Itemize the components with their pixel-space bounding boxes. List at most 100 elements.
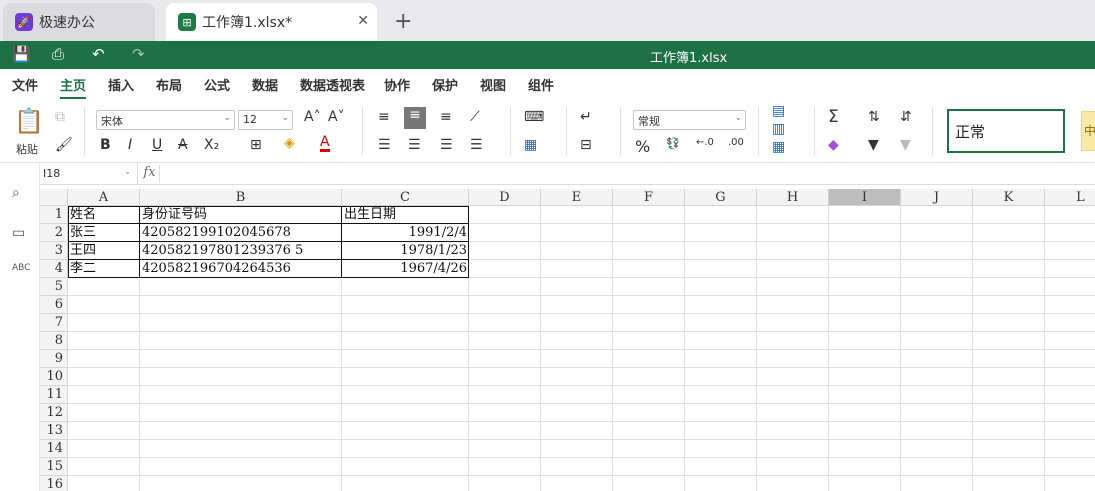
row-header[interactable]: 6 [40, 296, 68, 314]
redo-icon[interactable]: ↷ [132, 45, 145, 63]
row-header[interactable]: 1 [40, 206, 68, 224]
menu-pivot[interactable]: 数据透视表 [300, 75, 365, 94]
cell[interactable]: 420582199102045678 [140, 224, 342, 242]
copy-icon[interactable]: ⧉ [55, 109, 65, 125]
bold-icon[interactable]: B [100, 137, 111, 153]
conditional-format-icon[interactable]: ▦ [524, 137, 537, 153]
row-header[interactable]: 9 [40, 350, 68, 368]
style-normal[interactable]: 正常 [947, 109, 1065, 153]
row-header[interactable]: 8 [40, 332, 68, 350]
column-header[interactable]: F [613, 189, 685, 206]
menu-home[interactable]: 主页 [60, 75, 87, 99]
column-header[interactable]: J [901, 189, 973, 206]
underline-icon[interactable]: U [152, 137, 162, 153]
font-size-select[interactable]: 12 ⌄ [238, 110, 293, 130]
cell[interactable]: 420582197801239376 5 [140, 242, 342, 260]
cell[interactable]: 420582196704264536 [140, 260, 342, 278]
merge-cells-icon[interactable]: ⊟ [580, 137, 592, 153]
number-format-select[interactable]: 常规 ⌄ [633, 110, 746, 130]
column-header[interactable]: A [68, 189, 140, 206]
column-header[interactable]: H [757, 189, 829, 206]
menu-view[interactable]: 视图 [480, 75, 506, 94]
tab-home[interactable]: 🚀 极速办公 [3, 3, 155, 41]
column-header[interactable]: L [1045, 189, 1095, 206]
comment-icon[interactable]: ▭ [12, 225, 25, 241]
cell[interactable]: 1991/2/4 [342, 224, 469, 242]
column-header[interactable]: B [140, 189, 342, 206]
fill-color-icon[interactable]: ◈ [284, 135, 295, 151]
column-header[interactable]: C [342, 189, 469, 206]
decrease-decimal-icon[interactable]: .00 [728, 137, 744, 148]
row-header[interactable]: 2 [40, 224, 68, 242]
menu-protect[interactable]: 保护 [432, 75, 458, 94]
font-name-select[interactable]: 宋体 ⌄ [96, 110, 235, 130]
name-box[interactable]: I18 ⌄ [40, 163, 138, 185]
row-header[interactable]: 10 [40, 368, 68, 386]
column-header[interactable]: E [541, 189, 613, 206]
increase-font-icon[interactable]: A˄ [304, 109, 321, 125]
spellcheck-icon[interactable]: ABC [12, 263, 30, 273]
percent-icon[interactable]: % [635, 137, 650, 156]
close-icon[interactable]: ✕ [357, 13, 369, 29]
paste-label[interactable]: 粘贴 [16, 141, 38, 157]
subscript-icon[interactable]: X₂ [204, 137, 219, 153]
italic-icon[interactable]: I [128, 137, 132, 153]
align-middle-icon[interactable]: ≡ [404, 107, 426, 129]
select-all-corner[interactable] [40, 189, 68, 206]
align-right-icon[interactable]: ☰ [440, 137, 453, 153]
sort-ascending-icon[interactable]: ⇅ [868, 109, 880, 125]
cell[interactable]: 王四 [68, 242, 140, 260]
column-header[interactable]: G [685, 189, 757, 206]
cell[interactable]: 出生日期 [342, 206, 469, 224]
menu-components[interactable]: 组件 [528, 75, 554, 94]
filter-icon[interactable]: ▼ [868, 137, 879, 153]
row-header[interactable]: 11 [40, 386, 68, 404]
paste-icon[interactable]: 📋 [14, 107, 44, 135]
print-icon[interactable]: ⎙ [52, 45, 64, 63]
row-header[interactable]: 12 [40, 404, 68, 422]
column-header[interactable]: D [469, 189, 541, 206]
clear-filter-icon[interactable]: ▼ [900, 137, 911, 153]
delete-cells-icon[interactable]: ▥ [772, 121, 785, 137]
row-header[interactable]: 15 [40, 458, 68, 476]
decrease-font-icon[interactable]: A˅ [328, 109, 345, 125]
menu-data[interactable]: 数据 [252, 75, 278, 94]
undo-icon[interactable]: ↶ [92, 45, 105, 63]
orientation-icon[interactable]: ⟋ [470, 109, 480, 125]
row-header[interactable]: 7 [40, 314, 68, 332]
spreadsheet-grid[interactable]: A B C D E F G H I J K L 1 2 3 4 5 6 7 8 9 10 11 12 13 14 15 16 姓名 身份证… [40, 189, 1095, 491]
menu-formula[interactable]: 公式 [204, 75, 230, 94]
row-header[interactable]: 3 [40, 242, 68, 260]
row-header[interactable]: 4 [40, 260, 68, 278]
format-painter-icon[interactable]: 🖌 [55, 137, 73, 153]
justify-icon[interactable]: ☰ [470, 137, 483, 153]
insert-cells-icon[interactable]: ▤ [772, 103, 785, 119]
increase-decimal-icon[interactable]: ←.0 [696, 137, 714, 148]
align-left-icon[interactable]: ☰ [378, 137, 391, 153]
new-tab-icon[interactable]: + [394, 9, 412, 34]
clear-icon[interactable]: ◆ [828, 137, 839, 153]
menu-collab[interactable]: 协作 [384, 75, 410, 94]
cell[interactable]: 张三 [68, 224, 140, 242]
row-header[interactable]: 14 [40, 440, 68, 458]
menu-layout[interactable]: 布局 [156, 75, 182, 94]
row-header[interactable]: 16 [40, 476, 68, 491]
autosum-icon[interactable]: Σ [828, 107, 839, 127]
font-color-icon[interactable]: A [320, 135, 330, 152]
format-cells-icon[interactable]: ▦ [772, 139, 785, 155]
sort-descending-icon[interactable]: ⇵ [900, 109, 912, 125]
row-header[interactable]: 13 [40, 422, 68, 440]
cell[interactable]: 姓名 [68, 206, 140, 224]
borders-icon[interactable]: ⊞ [250, 137, 262, 153]
cell[interactable]: 身份证号码 [140, 206, 342, 224]
tab-workbook[interactable]: ⊞ 工作簿1.xlsx* ✕ [166, 3, 377, 41]
menu-file[interactable]: 文件 [12, 75, 38, 94]
currency-icon[interactable]: 💱 [666, 137, 680, 150]
menu-insert[interactable]: 插入 [108, 75, 134, 94]
row-header[interactable]: 5 [40, 278, 68, 296]
column-header[interactable]: I [829, 189, 901, 206]
align-bottom-icon[interactable]: ≡ [440, 109, 452, 125]
wrap-text-icon[interactable]: ↵ [580, 109, 592, 125]
save-icon[interactable]: 💾 [12, 45, 31, 63]
cell[interactable]: 1978/1/23 [342, 242, 469, 260]
